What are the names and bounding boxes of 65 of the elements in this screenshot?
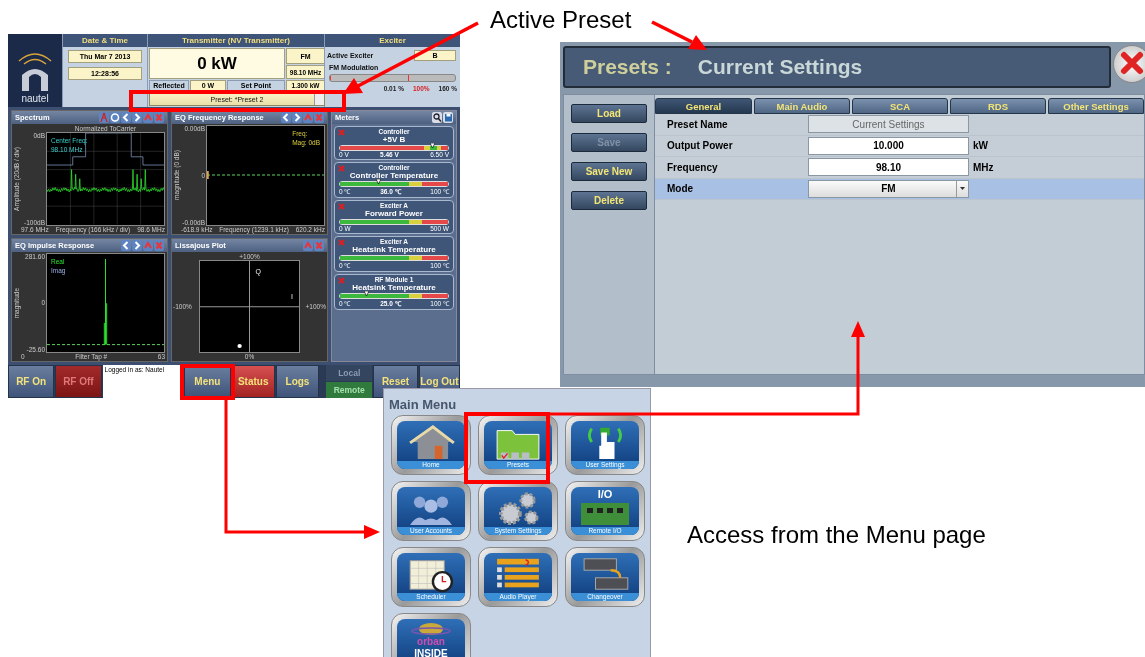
form-row[interactable]: Preset Name Current Settings: [655, 114, 1144, 136]
highlight-frame: [180, 364, 235, 400]
form-row[interactable]: Output Power 10.000 kW: [655, 135, 1144, 157]
alarm-x-icon: [338, 239, 345, 246]
right-arrow-icon[interactable]: [292, 112, 302, 123]
left-arrow-icon[interactable]: [121, 112, 131, 123]
field-label: Frequency: [667, 161, 719, 173]
field-label: Output Power: [667, 140, 734, 152]
nav-button[interactable]: Logs: [275, 365, 320, 398]
logo-text: INSIDE: [413, 648, 449, 657]
input-field[interactable]: 10.000: [808, 136, 969, 155]
left-arrow-icon[interactable]: [281, 112, 291, 123]
logo-text: orban: [416, 636, 446, 647]
selected-row[interactable]: Mode FM: [655, 178, 1144, 200]
globe-logo-icon: [411, 621, 451, 635]
preset-title: Current Settings: [697, 55, 863, 79]
section-title: Date & Time: [63, 34, 147, 47]
annotation-arrow: [651, 20, 707, 50]
meter-name: +5V B: [382, 135, 406, 144]
icon-caption: I/O: [596, 488, 614, 500]
callout-text: Access from the Menu page: [687, 521, 986, 549]
menu-title: Main Menu: [388, 396, 458, 412]
right-arrow-icon[interactable]: [132, 239, 142, 251]
tab[interactable]: Other Settings: [1048, 98, 1144, 114]
preset-name-field: Current Settings: [808, 115, 969, 134]
circuit-board-icon: [581, 503, 629, 525]
meter-name: Heatsink Temperature: [352, 245, 436, 254]
logo-text: nautel: [21, 93, 49, 104]
section-title: Transmitter (NV Transmitter): [148, 34, 324, 47]
unit-label: kW: [973, 140, 988, 152]
action-button[interactable]: Delete: [571, 191, 647, 210]
control-mode-toggle[interactable]: Local: [326, 365, 373, 381]
alarm-x-icon: [338, 165, 345, 172]
circle-icon[interactable]: [110, 112, 120, 123]
field-label: Mode: [667, 183, 695, 195]
power-reading: 0 kW: [149, 48, 285, 79]
tab[interactable]: RDS: [950, 98, 1046, 114]
meter-name: Forward Power: [365, 209, 423, 218]
tab[interactable]: SCA: [852, 98, 948, 114]
meter-name: Heatsink Temperature: [352, 283, 436, 292]
alarm-x-icon: [338, 277, 345, 284]
form-row[interactable]: Frequency 98.10 MHz: [655, 157, 1144, 179]
menu-tile[interactable]: orban INSIDE: [391, 613, 471, 657]
alarm-x-icon: [338, 129, 345, 136]
mode-dropdown[interactable]: FM: [808, 179, 969, 198]
unit-label: MHz: [973, 161, 994, 173]
action-button[interactable]: Save New: [571, 162, 647, 181]
right-arrow-icon[interactable]: [132, 112, 142, 123]
left-arrow-icon[interactable]: [121, 239, 131, 251]
caret-icon: [960, 187, 965, 191]
save-icon[interactable]: [443, 112, 453, 123]
search-icon[interactable]: [432, 112, 442, 123]
screen-title: Presets :: [583, 55, 672, 79]
nav-button[interactable]: RF On: [8, 365, 55, 398]
tab[interactable]: Main Audio: [754, 98, 850, 114]
action-button[interactable]: Load: [571, 104, 647, 123]
field-label: Preset Name: [667, 118, 729, 130]
alarm-x-icon: [338, 203, 345, 210]
callout-text: Active Preset: [490, 6, 632, 34]
control-mode-toggle[interactable]: Remote: [326, 382, 373, 398]
meter-name: Controller Temperature: [349, 171, 439, 180]
input-field[interactable]: 98.10: [808, 158, 969, 177]
close-button[interactable]: [1113, 45, 1145, 83]
tab[interactable]: General: [655, 98, 752, 114]
section-title: Exciter: [325, 34, 460, 47]
